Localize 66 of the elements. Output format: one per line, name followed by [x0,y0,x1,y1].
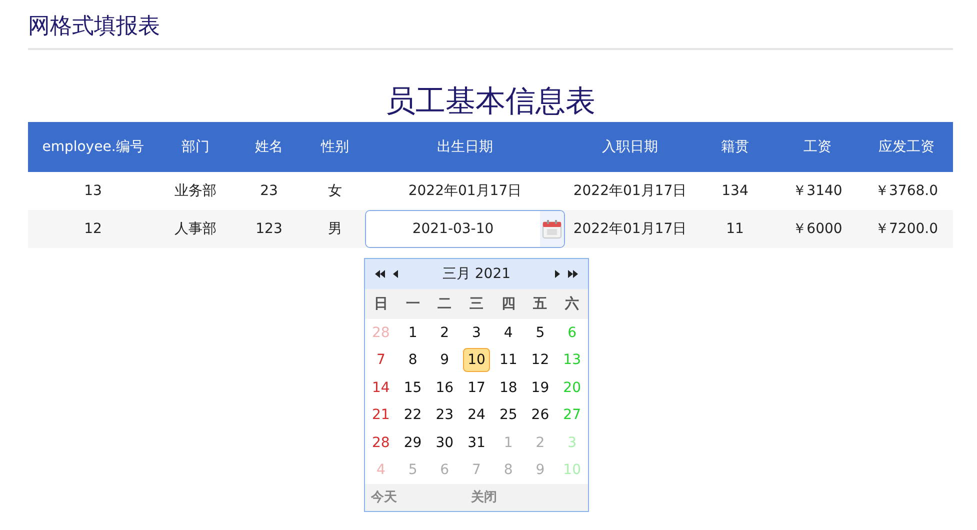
table-cell-text: 2022年01月17日 [408,182,522,201]
weekday-label: 四 [492,289,524,319]
calendar-day[interactable]: 19 [526,376,554,400]
weekday-label: 日 [365,289,397,319]
table-cell-text: ￥6000 [792,220,842,239]
table-cell-text: 123 [256,220,282,239]
calendar-day[interactable]: 10 [462,348,490,372]
column-header: 籍贯 [695,122,775,172]
table-cell-text: 人事部 [174,220,216,239]
calendar-day[interactable]: 15 [398,376,427,400]
calendar-day[interactable]: 12 [526,348,554,372]
calendar-title: 三月 2021 [441,264,512,284]
calendar-day[interactable]: 28 [367,430,395,455]
column-header: 部门 [158,122,233,172]
weekday-label: 五 [524,289,556,319]
weekday-label: 二 [428,289,461,319]
calendar-day[interactable]: 23 [430,403,459,428]
calendar-day[interactable]: 29 [398,430,427,455]
calendar-day[interactable]: 16 [430,376,459,400]
calendar-day[interactable]: 22 [398,403,427,428]
column-header: 入职日期 [565,122,695,172]
calendar-icon [542,219,562,240]
table-cell-text: 23 [260,182,278,201]
weekday-label: 三 [460,289,492,319]
table-cell-text: 12 [84,220,102,239]
weekday-label: 六 [556,289,588,319]
report-title: 员工基本信息表 [384,84,596,120]
table-cell-text: 13 [84,182,102,201]
calendar-day[interactable]: 7 [371,348,390,372]
table-cell-text: 2022年01月17日 [573,220,687,239]
calendar-day[interactable]: 4 [498,320,518,345]
column-header: 性别 [305,122,365,172]
calendar-day[interactable]: 1 [403,320,422,345]
page-title: 网格式填报表 [28,13,160,41]
calendar-day[interactable]: 14 [367,376,395,400]
table-cell-text: 女 [328,182,342,201]
calendar-day[interactable]: 9 [435,348,454,372]
table-cell-text: 业务部 [174,182,216,201]
calendar-day[interactable]: 18 [494,376,522,400]
weekday-label: 一 [396,289,429,319]
table-cell-text: 11 [726,220,744,239]
calendar-day[interactable]: 25 [494,403,522,428]
column-header: 工资 [775,122,860,172]
calendar-day[interactable]: 31 [462,430,490,455]
table-cell-text: ￥3140 [792,182,842,201]
calendar-day[interactable]: 3 [467,320,486,345]
table-cell-text: ￥3768.0 [875,182,938,201]
column-header: 出生日期 [365,122,565,172]
column-header: employee.编号 [28,122,158,172]
calendar-day[interactable]: 5 [530,320,550,345]
calendar-day[interactable]: 17 [462,376,490,400]
column-header: 姓名 [233,122,305,172]
calendar-day[interactable]: 8 [403,348,422,372]
calendar-day[interactable]: 30 [430,430,459,455]
date-field[interactable]: 2021-03-10 [365,210,565,248]
calendar-day[interactable]: 11 [494,348,522,372]
calendar-button[interactable] [540,211,564,248]
calendar-day[interactable]: 21 [367,403,395,428]
calendar-day[interactable]: 24 [462,403,490,428]
column-header: 应发工资 [860,122,953,172]
calendar-day[interactable]: 2 [435,320,454,345]
table-cell-text: 134 [722,182,748,201]
calendar-day[interactable]: 26 [526,403,554,428]
table-cell-text: 2022年01月17日 [573,182,687,201]
table-cell-text: 男 [328,220,342,239]
table-cell-text: ￥7200.0 [875,220,938,239]
